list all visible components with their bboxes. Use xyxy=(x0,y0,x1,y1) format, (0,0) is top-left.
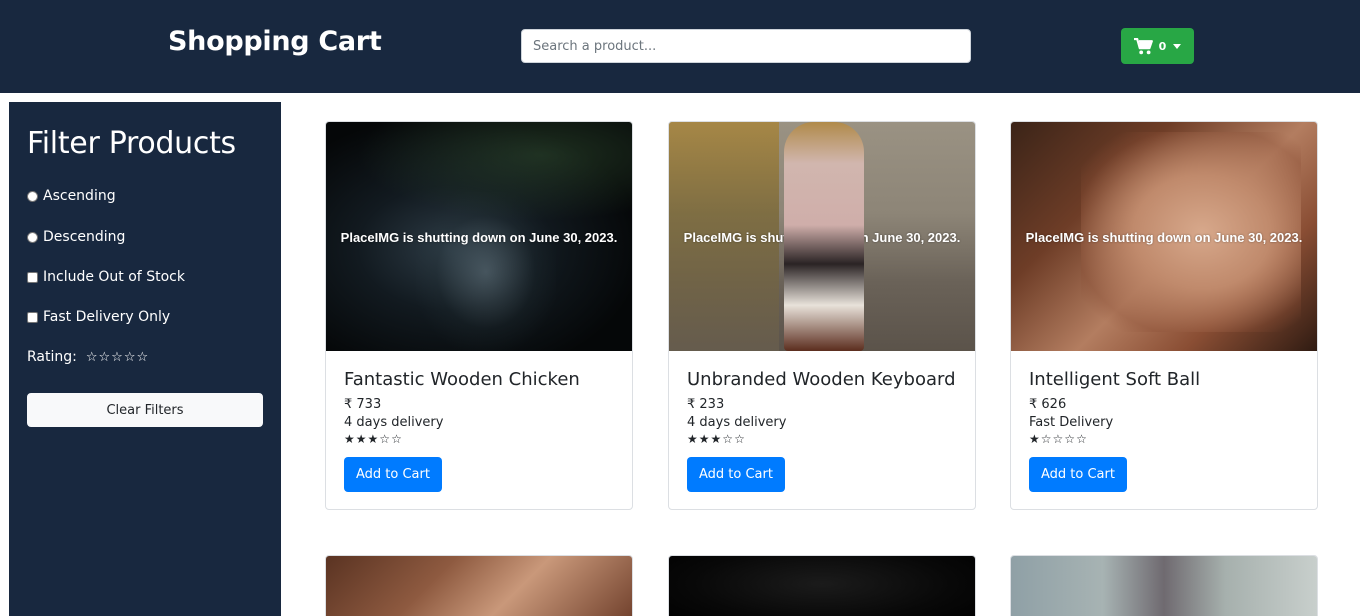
clear-filters-button[interactable]: Clear Filters xyxy=(27,393,263,427)
fast-delivery-checkbox[interactable] xyxy=(27,311,38,323)
star-outline-icon: ☆ xyxy=(734,432,745,446)
add-to-cart-button[interactable]: Add to Cart xyxy=(1029,457,1127,492)
product-name: Fantastic Wooden Chicken xyxy=(344,369,580,390)
product-image: PlaceIMG is shutting down on June 30, 20… xyxy=(669,122,975,351)
star-filled-icon: ★ xyxy=(698,432,710,446)
cart-icon xyxy=(1133,37,1153,54)
out-of-stock-option[interactable]: Include Out of Stock xyxy=(27,269,185,285)
star-outline-icon[interactable]: ☆ xyxy=(111,351,123,364)
filter-title: Filter Products xyxy=(27,126,236,161)
add-to-cart-button[interactable]: Add to Cart xyxy=(344,457,442,492)
rating-filter: Rating: ☆ ☆ ☆ ☆ ☆ xyxy=(27,349,148,365)
star-outline-icon: ☆ xyxy=(391,432,402,446)
product-delivery: 4 days delivery xyxy=(687,415,787,430)
product-name: Unbranded Wooden Keyboard xyxy=(687,369,956,390)
product-rating: ★ ★ ★ ☆ ☆ xyxy=(687,433,745,445)
product-card xyxy=(1010,555,1318,616)
chevron-down-icon xyxy=(1173,43,1182,49)
sort-ascending-option[interactable]: Ascending xyxy=(27,188,116,204)
out-of-stock-checkbox[interactable] xyxy=(27,271,38,283)
product-card: PlaceIMG is shutting down on June 30, 20… xyxy=(668,121,976,510)
star-outline-icon[interactable]: ☆ xyxy=(99,351,111,364)
fast-delivery-option[interactable]: Fast Delivery Only xyxy=(27,309,170,325)
sort-descending-option[interactable]: Descending xyxy=(27,229,125,245)
product-delivery: 4 days delivery xyxy=(344,415,444,430)
image-overlay-text: PlaceIMG is shutting down on June 30, 20… xyxy=(1025,230,1303,245)
product-image xyxy=(326,556,632,616)
star-filled-icon: ★ xyxy=(367,432,379,446)
star-filled-icon: ★ xyxy=(687,432,698,446)
star-outline-icon: ☆ xyxy=(1040,432,1052,446)
product-image xyxy=(669,556,975,616)
ascending-label: Ascending xyxy=(43,188,116,204)
star-filled-icon: ★ xyxy=(344,432,355,446)
ascending-radio[interactable] xyxy=(27,190,38,202)
product-image xyxy=(1011,556,1317,616)
product-price: ₹ 233 xyxy=(687,397,725,412)
star-filled-icon: ★ xyxy=(710,432,722,446)
image-overlay-text: PlaceIMG is shutting down on June 30, 20… xyxy=(683,230,961,245)
search-input[interactable] xyxy=(521,29,971,63)
product-image: PlaceIMG is shutting down on June 30, 20… xyxy=(1011,122,1317,351)
product-rating: ★ ☆ ☆ ☆ ☆ xyxy=(1029,433,1087,445)
product-name: Intelligent Soft Ball xyxy=(1029,369,1201,390)
image-overlay-text: PlaceIMG is shutting down on June 30, 20… xyxy=(340,230,618,245)
product-image: PlaceIMG is shutting down on June 30, 20… xyxy=(326,122,632,351)
fast-delivery-label: Fast Delivery Only xyxy=(43,309,171,325)
star-filled-icon: ★ xyxy=(1029,432,1040,446)
star-outline-icon[interactable]: ☆ xyxy=(86,351,98,364)
star-outline-icon[interactable]: ☆ xyxy=(136,351,148,364)
star-outline-icon: ☆ xyxy=(1052,432,1064,446)
rating-filter-stars[interactable]: ☆ ☆ ☆ ☆ ☆ xyxy=(86,351,148,364)
star-outline-icon: ☆ xyxy=(379,432,391,446)
star-outline-icon: ☆ xyxy=(722,432,734,446)
product-price: ₹ 626 xyxy=(1029,397,1067,412)
product-delivery: Fast Delivery xyxy=(1029,415,1114,430)
descending-label: Descending xyxy=(43,229,126,245)
filter-sidebar: Filter Products Ascending Descending Inc… xyxy=(9,102,281,616)
out-of-stock-label: Include Out of Stock xyxy=(43,269,185,285)
star-outline-icon: ☆ xyxy=(1076,432,1087,446)
navbar: Shopping Cart 0 xyxy=(0,0,1360,93)
cart-count-badge: 0 xyxy=(1158,39,1167,53)
product-card xyxy=(668,555,976,616)
star-outline-icon[interactable]: ☆ xyxy=(124,351,136,364)
product-rating: ★ ★ ★ ☆ ☆ xyxy=(344,433,402,445)
cart-dropdown-button[interactable]: 0 xyxy=(1121,28,1194,64)
product-card: PlaceIMG is shutting down on June 30, 20… xyxy=(1010,121,1318,510)
rating-label: Rating: xyxy=(27,349,77,365)
star-filled-icon: ★ xyxy=(355,432,367,446)
product-card xyxy=(325,555,633,616)
product-price: ₹ 733 xyxy=(344,397,382,412)
descending-radio[interactable] xyxy=(27,231,38,243)
add-to-cart-button[interactable]: Add to Cart xyxy=(687,457,785,492)
product-card: PlaceIMG is shutting down on June 30, 20… xyxy=(325,121,633,510)
star-outline-icon: ☆ xyxy=(1064,432,1076,446)
brand-title[interactable]: Shopping Cart xyxy=(168,26,382,57)
